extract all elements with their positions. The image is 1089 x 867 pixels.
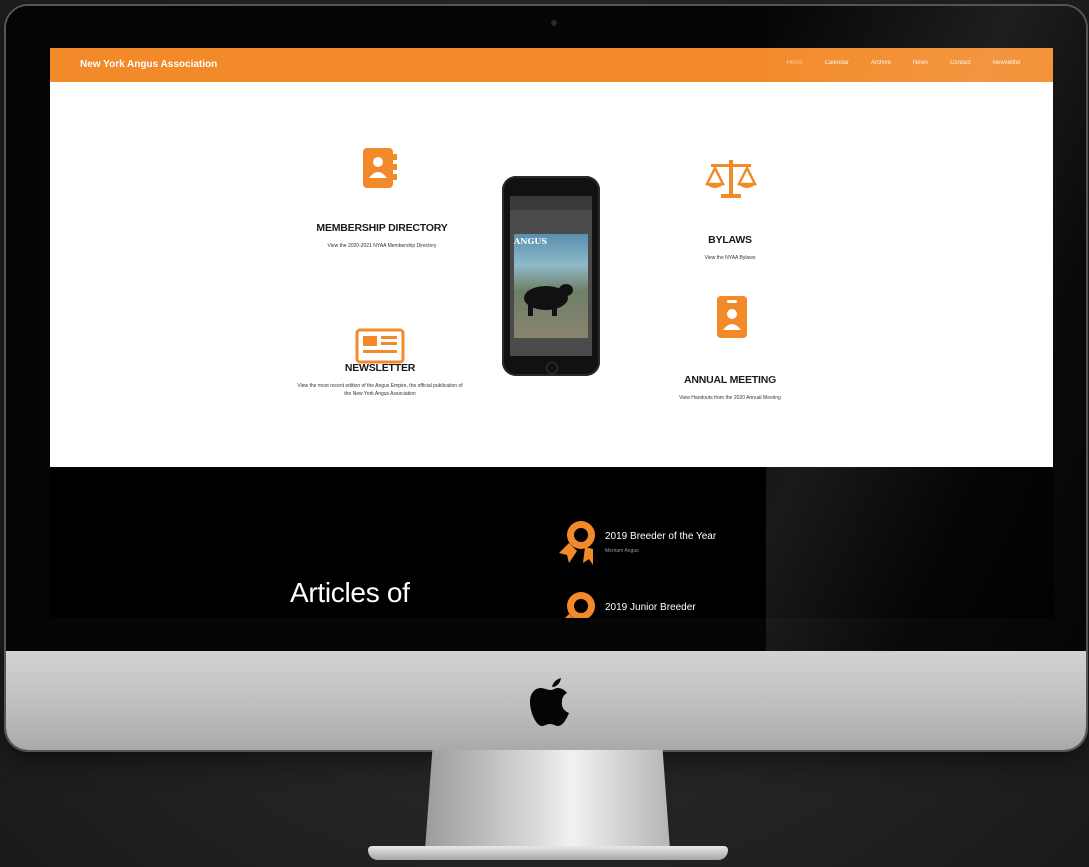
feature-annual-meeting[interactable]: ANNUAL MEETING View Handouts from the 20… <box>640 374 820 402</box>
imac-monitor: New York Angus Association Home Calendar… <box>6 6 1086 750</box>
phone-screen: ANGUS <box>510 196 592 356</box>
phone-browser-bar <box>510 196 592 210</box>
feature-newsletter[interactable]: NEWSLETTER View the most recent edition … <box>295 362 465 398</box>
monitor-stand <box>425 750 670 850</box>
membership-title: MEMBERSHIP DIRECTORY <box>316 222 448 234</box>
phone-mockup: ANGUS <box>502 176 600 376</box>
award-title: 2019 Junior Breeder <box>605 602 696 613</box>
nav-link-news[interactable]: News <box>913 60 928 66</box>
bylaws-desc: View the NYAA Bylaws <box>704 255 756 261</box>
cow-icon <box>524 284 573 316</box>
id-badge-icon[interactable] <box>715 294 749 340</box>
award-item[interactable]: 2019 Junior Breeder <box>555 588 696 618</box>
address-book-icon[interactable] <box>359 146 399 190</box>
feature-membership[interactable]: MEMBERSHIP DIRECTORY View the 2020-2021 … <box>282 222 482 250</box>
annual-meeting-desc: View Handouts from the 2020 Annual Meeti… <box>679 395 781 401</box>
award-title: 2019 Breeder of the Year <box>605 531 717 542</box>
award-item[interactable]: 2019 Breeder of the Year Merriam Angus <box>555 517 716 567</box>
nav-links: Home Calendar Archive News Contact Newsl… <box>787 60 1021 66</box>
camera-dot <box>551 20 557 26</box>
monitor-stand-base <box>368 846 728 860</box>
award-ribbon-icon <box>559 521 595 565</box>
nav-link-home[interactable]: Home <box>787 60 803 66</box>
newspaper-icon[interactable] <box>355 328 405 364</box>
membership-desc: View the 2020-2021 NYAA Membership Direc… <box>327 243 437 249</box>
award-subtitle: Merriam Angus <box>605 548 639 554</box>
features-section: MEMBERSHIP DIRECTORY View the 2020-2021 … <box>50 82 1053 467</box>
navbar: New York Angus Association Home Calendar… <box>50 48 1053 82</box>
apple-logo-icon <box>530 678 569 726</box>
bylaws-title: BYLAWS <box>708 234 752 246</box>
articles-heading: Articles of <box>290 577 410 608</box>
phone-home-button <box>546 362 558 374</box>
feature-bylaws[interactable]: BYLAWS View the NYAA Bylaws <box>655 234 805 262</box>
site-brand[interactable]: New York Angus Association <box>80 59 217 70</box>
nav-link-archive[interactable]: Archive <box>871 60 891 66</box>
scales-icon[interactable] <box>703 156 759 200</box>
website-screen: New York Angus Association Home Calendar… <box>50 48 1053 618</box>
nav-link-calendar[interactable]: Calendar <box>825 60 849 66</box>
nav-link-contact[interactable]: Contact <box>950 60 971 66</box>
angus-logo: ANGUS <box>514 236 548 246</box>
nav-link-newsletter[interactable]: Newsletter <box>993 60 1021 66</box>
articles-section: Articles of 2019 Breeder of the Year Mer… <box>50 467 1053 618</box>
award-ribbon-icon <box>565 592 595 618</box>
newsletter-title: NEWSLETTER <box>344 362 416 374</box>
newsletter-desc: View the most recent edition of the Angu… <box>297 383 463 397</box>
annual-meeting-title: ANNUAL MEETING <box>683 374 777 386</box>
